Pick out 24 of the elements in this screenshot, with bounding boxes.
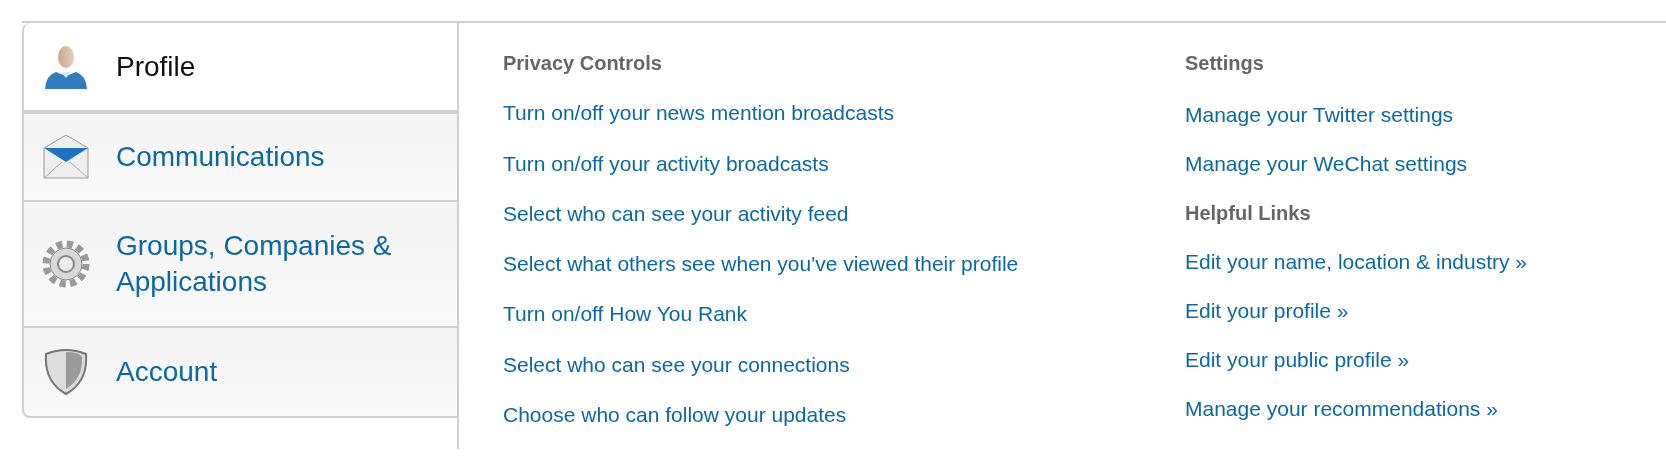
section-heading: Privacy Controls — [503, 51, 663, 76]
sidebar-tab[interactable]: Groups, Companies & Applications — [22, 202, 459, 328]
settings-link[interactable]: Edit your name, location & industry » — [1185, 248, 1527, 297]
settings-link[interactable]: Turn on/off your activity broadcasts — [503, 149, 1185, 200]
settings-link[interactable]: Edit your profile » — [1185, 297, 1527, 346]
settings-link[interactable]: Edit your public profile » — [1185, 346, 1527, 395]
settings-link[interactable]: Select who can see your activity feed — [503, 199, 1185, 250]
settings-link[interactable]: Turn on/off How You Rank — [503, 300, 1185, 351]
shield-icon — [44, 349, 88, 395]
settings-link[interactable]: Choose who can follow your updates — [503, 400, 1185, 449]
settings-link[interactable]: Manage your recommendations » — [1185, 395, 1527, 444]
sidebar-tab[interactable]: Profile — [22, 23, 459, 112]
section-heading: Settings — [1185, 51, 1265, 76]
sidebar-tab[interactable]: Account — [22, 328, 459, 418]
settings-link[interactable]: Select who can see your connections — [503, 350, 1185, 401]
section-heading: Helpful Links — [1185, 201, 1312, 226]
envelope-icon — [43, 134, 89, 179]
settings-link[interactable]: Manage your WeChat settings — [1185, 150, 1527, 199]
sidebar-tab[interactable]: Communications — [22, 112, 459, 202]
settings-link[interactable]: Manage your Twitter settings — [1185, 101, 1527, 150]
settings-link[interactable]: Turn on/off your news mention broadcasts — [503, 99, 1185, 150]
gear-icon — [42, 240, 90, 288]
settings-link[interactable]: Select what others see when you've viewed their profile — [503, 250, 1185, 301]
person-icon — [45, 45, 87, 89]
